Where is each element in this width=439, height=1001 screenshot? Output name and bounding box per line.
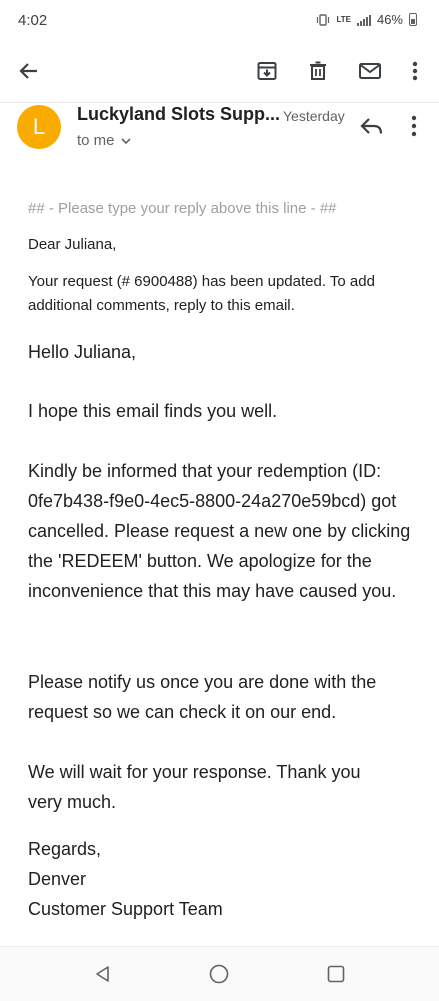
- signoff: Regards,: [28, 839, 102, 859]
- archive-icon[interactable]: [252, 56, 282, 86]
- signer-name: Denver: [28, 869, 87, 889]
- email-toolbar: [0, 42, 439, 102]
- paragraph-2: Kindly be informed that your redemption …: [28, 461, 411, 601]
- signal-icon: [356, 14, 371, 26]
- recipient-label: to me: [77, 132, 115, 149]
- sender-avatar[interactable]: L: [17, 105, 61, 149]
- sender-name: Luckyland Slots Supp...: [77, 104, 281, 124]
- home-circle-icon[interactable]: [206, 961, 232, 987]
- recipient-details[interactable]: to me: [77, 132, 131, 149]
- reply-separator-line: ## - Please type your reply above this l…: [28, 200, 337, 217]
- update-notice: Your request (# 6900488) has been update…: [28, 273, 375, 314]
- paragraph-3: Please notify us once you are done with …: [28, 672, 377, 722]
- back-triangle-icon[interactable]: [90, 961, 116, 987]
- battery-level: 46%: [376, 12, 403, 27]
- system-nav-bar: [0, 946, 439, 1001]
- email-date: Yesterday: [283, 108, 345, 124]
- recents-square-icon[interactable]: [323, 961, 349, 987]
- more-vert-icon[interactable]: [400, 56, 430, 86]
- paragraph-1: I hope this email finds you well.: [28, 401, 278, 421]
- back-arrow-icon[interactable]: [14, 56, 44, 86]
- status-bar: 4:02 LTE 46%: [0, 0, 439, 42]
- paragraph-4: We will wait for your response. Thank yo…: [28, 762, 361, 812]
- greeting-small: Dear Juliana,: [28, 236, 117, 253]
- chevron-down-icon: [120, 137, 131, 144]
- battery-icon: [409, 13, 417, 26]
- greeting: Hello Juliana,: [28, 342, 137, 362]
- toolbar-divider: [0, 102, 439, 103]
- message-more-icon[interactable]: [404, 114, 424, 138]
- reply-icon[interactable]: [358, 114, 386, 138]
- delete-icon[interactable]: [303, 56, 333, 86]
- signer-team: Customer Support Team: [28, 899, 223, 919]
- mail-icon[interactable]: [355, 56, 385, 86]
- vibrate-icon: [317, 13, 330, 26]
- status-icons: LTE 46%: [316, 12, 417, 27]
- status-time: 4:02: [18, 12, 48, 29]
- network-type: LTE: [336, 14, 351, 24]
